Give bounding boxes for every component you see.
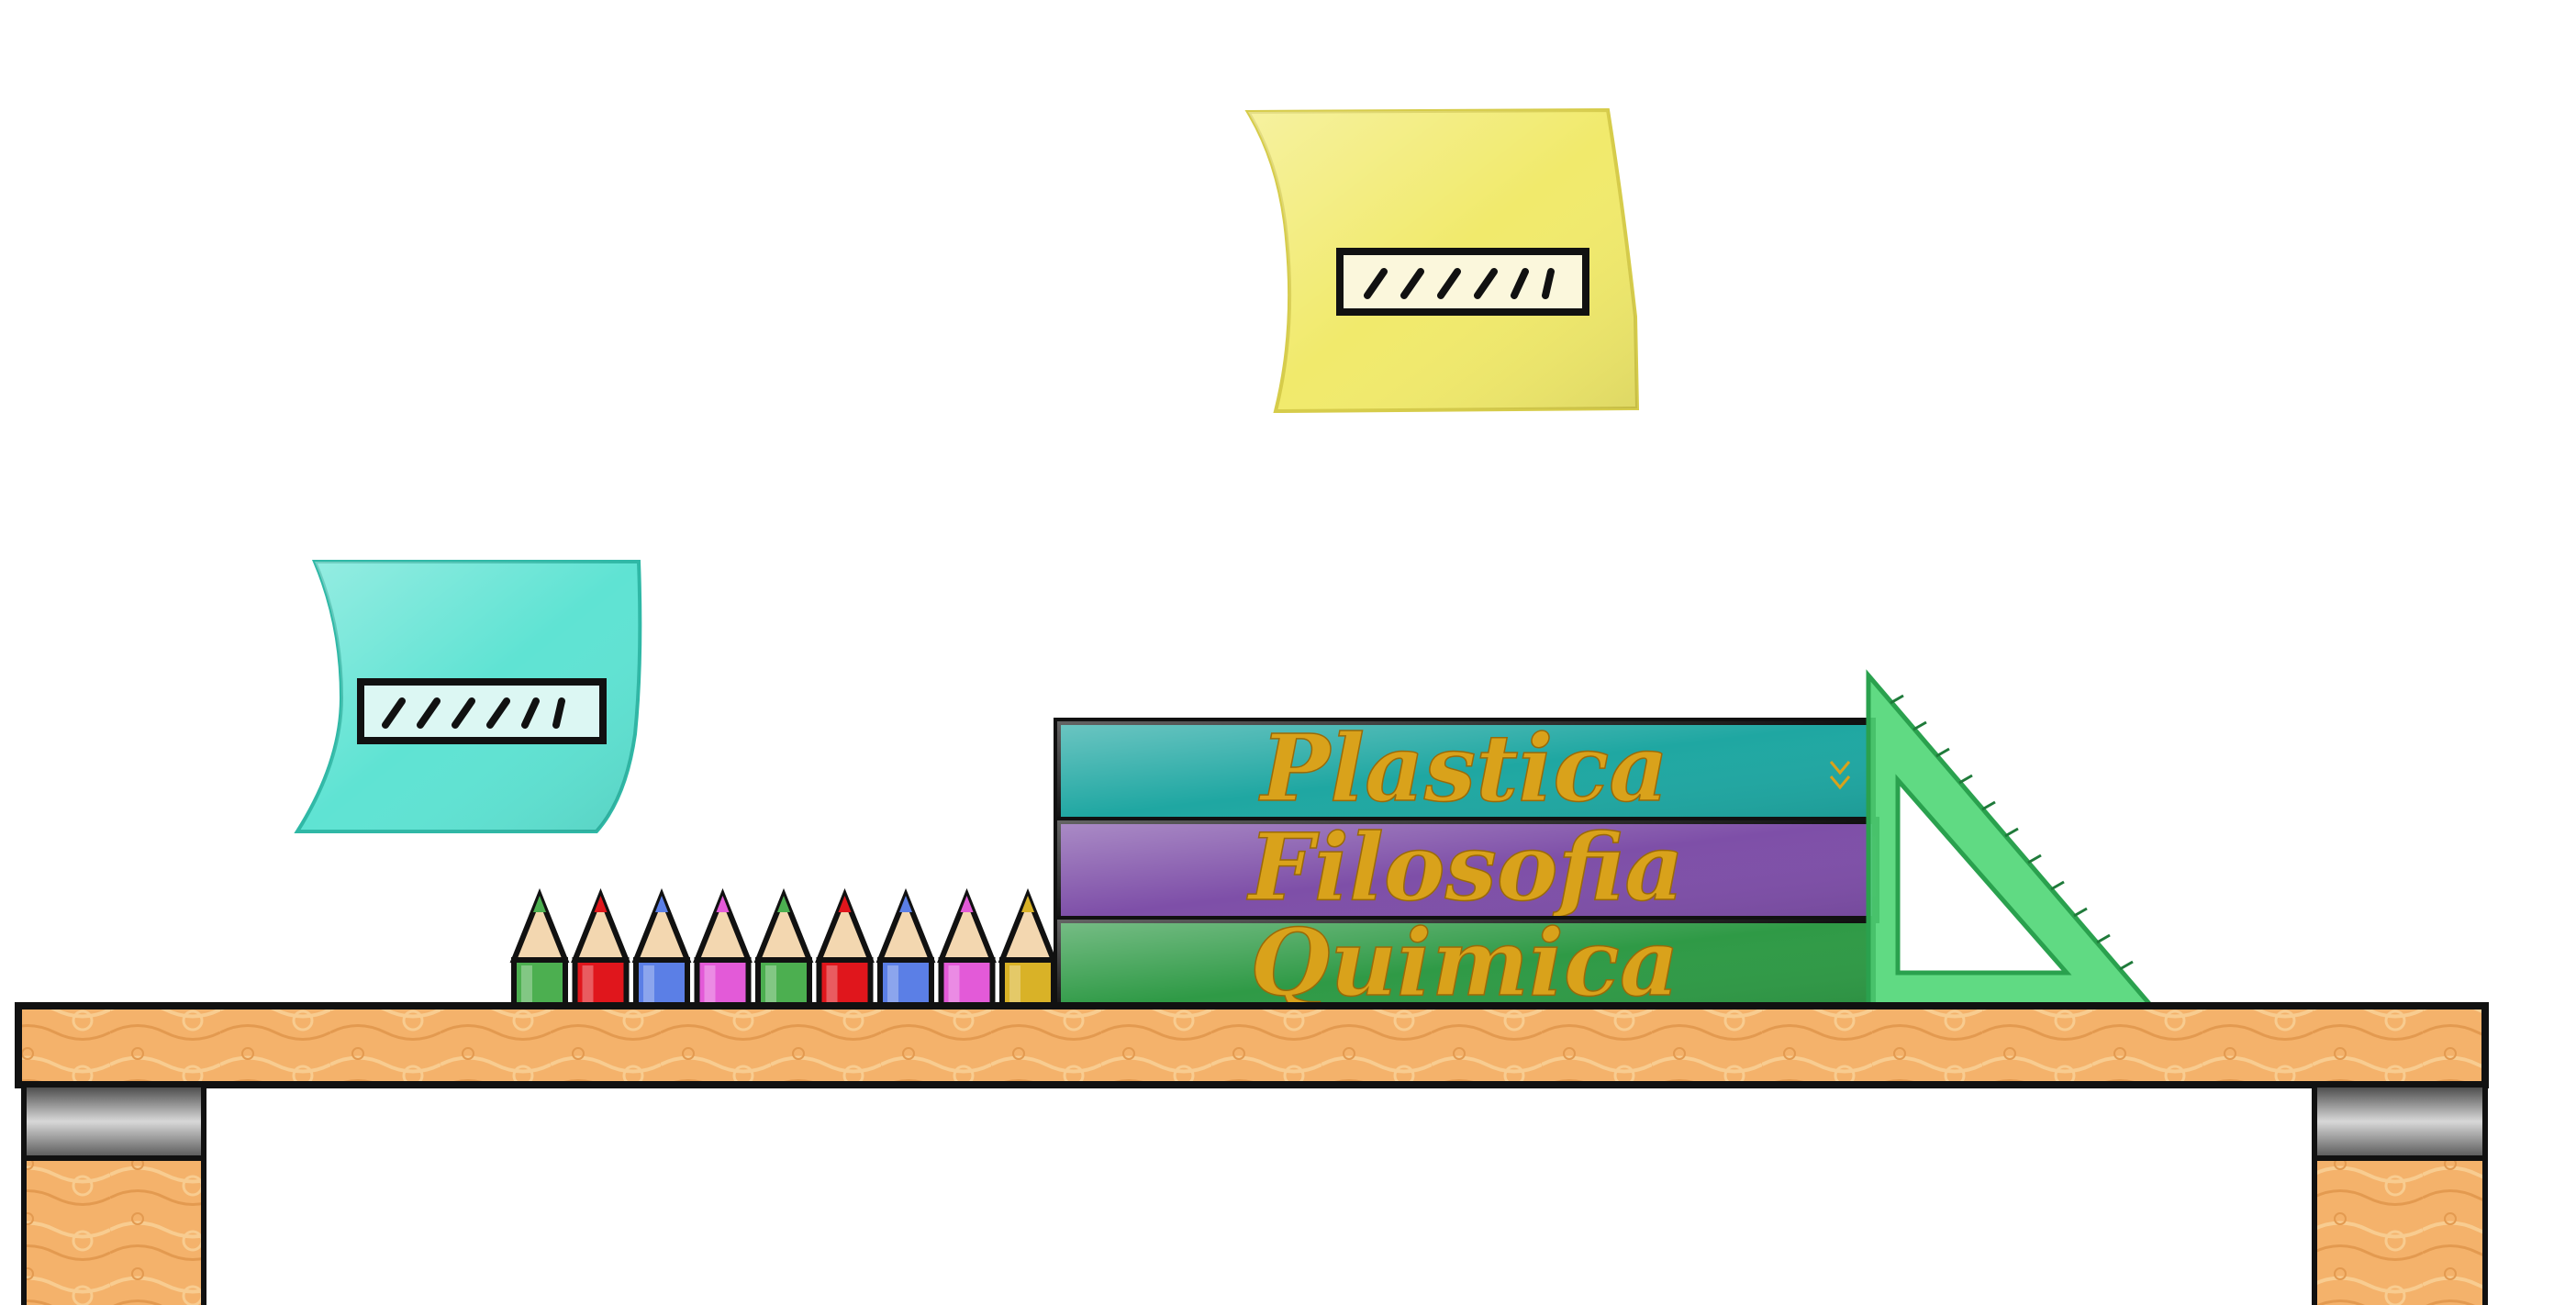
set-square-ruler (1866, 669, 2157, 1009)
pencil (631, 887, 692, 1012)
yellow-sticky-note (1244, 107, 1640, 414)
school-desk-scene: Plastica Filosofia Quimica (15, 107, 2489, 1305)
colored-pencils (509, 887, 1058, 1012)
pencil (509, 887, 570, 1012)
pencil (571, 887, 630, 1012)
pencil (753, 887, 814, 1012)
pencil (998, 887, 1058, 1012)
book-quimica: Quimica (1054, 908, 1876, 1018)
desk-leg-left (21, 1082, 206, 1305)
pencil (875, 887, 936, 1012)
label-strip (1336, 248, 1589, 316)
pencil (937, 887, 997, 1012)
wooden-desk (15, 1002, 2489, 1305)
book-plastica: Plastica (1054, 713, 1876, 824)
label-strip (357, 678, 607, 744)
pencil (815, 887, 875, 1012)
book-stack: Plastica Filosofia Quimica (1054, 713, 1879, 1018)
desk-leg-right (2312, 1082, 2488, 1305)
teal-sticky-note (294, 560, 642, 833)
book-quimica-title: Quimica (1250, 909, 1678, 1017)
pencil (693, 887, 753, 1012)
book-filosofia: Filosofia (1054, 812, 1879, 923)
book-filosofia-title: Filosofia (1246, 813, 1684, 921)
book-plastica-title: Plastica (1258, 714, 1668, 822)
